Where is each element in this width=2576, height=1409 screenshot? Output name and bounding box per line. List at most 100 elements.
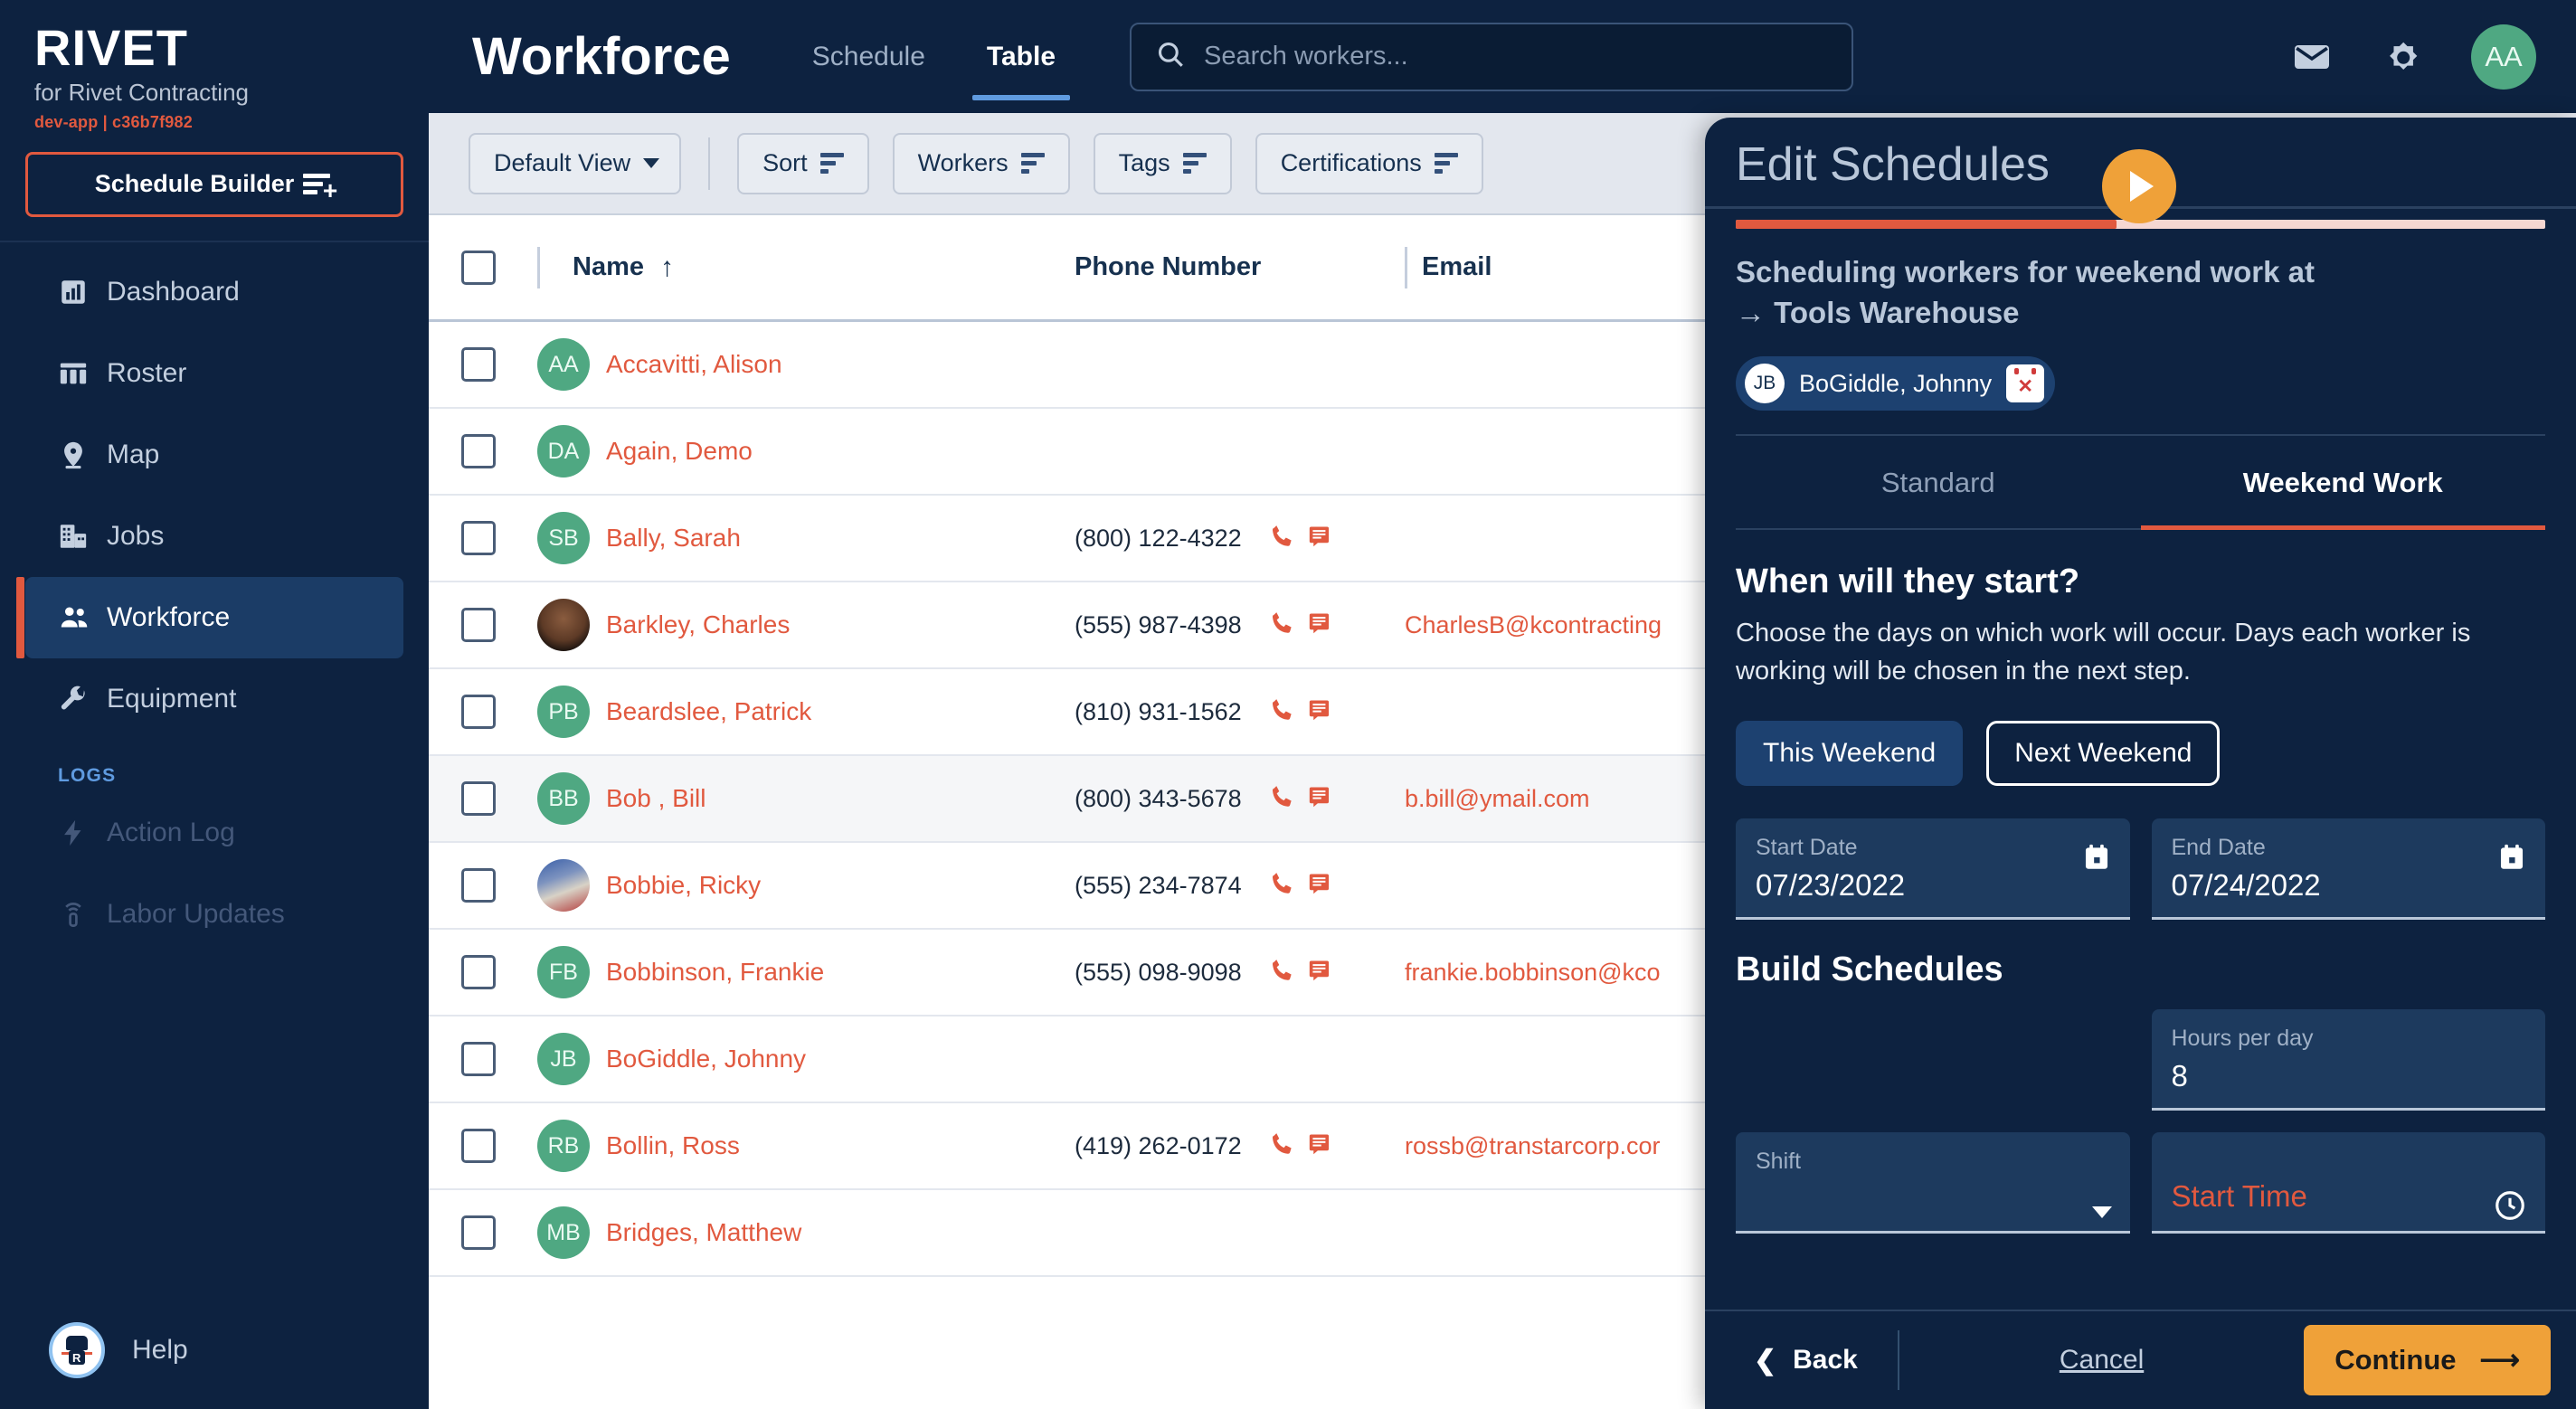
- row-phone-cell: (810) 931-1562: [1062, 696, 1392, 728]
- filter-tags-button[interactable]: Tags: [1093, 132, 1232, 194]
- row-checkbox[interactable]: [461, 1042, 496, 1076]
- phone-call-icon[interactable]: [1269, 1130, 1296, 1162]
- row-checkbox[interactable]: [461, 347, 496, 382]
- sms-message-icon[interactable]: [1307, 1131, 1332, 1161]
- worker-name-link[interactable]: Accavitti, Alison: [606, 350, 782, 379]
- email-link[interactable]: b.bill@ymail.com: [1405, 785, 1589, 813]
- panel-body: Scheduling workers for weekend work at →…: [1705, 229, 2576, 1310]
- clock-icon[interactable]: [2493, 1188, 2527, 1227]
- avatar: SB: [537, 512, 590, 564]
- header-tabs: Schedule Table: [781, 0, 1086, 113]
- envelope-icon[interactable]: [2290, 35, 2334, 79]
- tab-standard[interactable]: Standard: [1736, 436, 2141, 530]
- worker-name-link[interactable]: Barkley, Charles: [606, 610, 790, 639]
- column-header-name[interactable]: Name ↑: [528, 215, 1062, 319]
- worker-name-link[interactable]: Bob , Bill: [606, 784, 706, 813]
- sms-message-icon[interactable]: [1307, 610, 1332, 640]
- phone-call-icon[interactable]: [1269, 610, 1296, 641]
- column-header-phone[interactable]: Phone Number: [1062, 215, 1392, 319]
- user-avatar[interactable]: AA: [2471, 24, 2536, 90]
- row-checkbox[interactable]: [461, 1129, 496, 1163]
- filter-sort-button[interactable]: Sort: [737, 132, 869, 194]
- phone-call-icon[interactable]: [1269, 870, 1296, 902]
- email-link[interactable]: CharlesB@kcontracting: [1405, 611, 1662, 639]
- worker-name-link[interactable]: Bridges, Matthew: [606, 1218, 801, 1247]
- sidebar-item-dashboard[interactable]: Dashboard: [25, 251, 403, 333]
- sms-message-icon[interactable]: [1307, 524, 1332, 553]
- row-name-cell: PB Beardslee, Patrick: [528, 686, 1062, 738]
- filter-icon: [1182, 153, 1207, 174]
- phone-call-icon[interactable]: [1269, 696, 1296, 728]
- continue-button[interactable]: Continue ⟶: [2304, 1325, 2551, 1395]
- filter-icon: [1434, 153, 1458, 174]
- sms-message-icon[interactable]: [1307, 958, 1332, 988]
- row-checkbox[interactable]: [461, 1215, 496, 1250]
- sidebar-item-workforce[interactable]: Workforce: [16, 576, 403, 658]
- sidebar-item-labor-updates[interactable]: Labor Updates: [25, 874, 403, 955]
- worker-name-link[interactable]: Bally, Sarah: [606, 524, 741, 553]
- filter-workers-button[interactable]: Workers: [892, 132, 1070, 194]
- tab-schedule[interactable]: Schedule: [781, 0, 956, 113]
- chevron-down-icon[interactable]: [2091, 1206, 2112, 1219]
- calendar-icon[interactable]: [2496, 842, 2527, 877]
- sidebar-item-jobs[interactable]: Jobs: [25, 496, 403, 577]
- select-all-checkbox[interactable]: [461, 250, 496, 285]
- sidebar-item-label: Equipment: [107, 683, 237, 714]
- worker-name-link[interactable]: Bollin, Ross: [606, 1131, 740, 1160]
- search-input[interactable]: Search workers...: [1130, 22, 1854, 91]
- hours-per-day-label: Hours per day: [2171, 1026, 2314, 1052]
- sms-message-icon[interactable]: [1307, 784, 1332, 814]
- row-name-cell: Barkley, Charles: [528, 599, 1062, 651]
- avatar: FB: [537, 946, 590, 998]
- start-date-field[interactable]: Start Date 07/23/2022: [1736, 818, 2130, 921]
- row-checkbox[interactable]: [461, 868, 496, 903]
- phone-call-icon[interactable]: [1269, 783, 1296, 815]
- worker-name-link[interactable]: Again, Demo: [606, 437, 753, 466]
- schedule-builder-button[interactable]: Schedule Builder +: [25, 151, 403, 217]
- worker-name-link[interactable]: BoGiddle, Johnny: [606, 1045, 806, 1073]
- sidebar-item-roster[interactable]: Roster: [25, 333, 403, 414]
- next-weekend-button[interactable]: Next Weekend: [1986, 721, 2221, 787]
- build-version: dev-app | c36b7f982: [34, 112, 193, 131]
- worker-name-link[interactable]: Bobbie, Ricky: [606, 871, 761, 900]
- shift-field[interactable]: Shift: [1736, 1132, 2130, 1234]
- end-date-field[interactable]: End Date 07/24/2022: [2151, 818, 2545, 921]
- row-checkbox[interactable]: [461, 521, 496, 555]
- sms-message-icon[interactable]: [1307, 697, 1332, 727]
- people-icon: [58, 601, 107, 634]
- help-button[interactable]: R Help: [0, 1322, 429, 1409]
- row-checkbox[interactable]: [461, 608, 496, 642]
- row-checkbox[interactable]: [461, 434, 496, 468]
- back-button[interactable]: ❮ Back: [1730, 1345, 1898, 1376]
- email-link[interactable]: rossb@transtarcorp.cor: [1405, 1132, 1661, 1160]
- build-spacer: [1736, 1009, 2130, 1111]
- sidebar-item-map[interactable]: Map: [25, 414, 403, 496]
- row-checkbox[interactable]: [461, 781, 496, 816]
- tab-weekend-work[interactable]: Weekend Work: [2140, 436, 2546, 531]
- panel-toggle-button[interactable]: [2102, 149, 2176, 223]
- sidebar-item-equipment[interactable]: Equipment: [25, 658, 403, 740]
- default-view-dropdown[interactable]: Default View: [469, 132, 682, 194]
- start-time-field[interactable]: Start Time: [2151, 1132, 2545, 1234]
- help-label: Help: [132, 1335, 188, 1365]
- worker-name-link[interactable]: Bobbinson, Frankie: [606, 958, 824, 987]
- sms-message-icon[interactable]: [1307, 871, 1332, 901]
- hours-per-day-field[interactable]: Hours per day 8: [2151, 1009, 2545, 1111]
- row-checkbox[interactable]: [461, 955, 496, 989]
- tab-table[interactable]: Table: [956, 0, 1086, 113]
- sidebar-item-action-log[interactable]: Action Log: [25, 792, 403, 874]
- row-checkbox[interactable]: [461, 695, 496, 729]
- this-weekend-button[interactable]: This Weekend: [1736, 721, 1964, 787]
- email-link[interactable]: frankie.bobbinson@kco: [1405, 959, 1661, 987]
- filter-certifications-button[interactable]: Certifications: [1255, 132, 1483, 194]
- calendar-remove-icon[interactable]: ✕: [2006, 364, 2045, 403]
- gear-icon[interactable]: [2381, 35, 2424, 79]
- phone-call-icon[interactable]: [1269, 957, 1296, 988]
- page-title: Workforce: [472, 27, 731, 86]
- row-checkbox-cell: [429, 695, 528, 729]
- cancel-button[interactable]: Cancel: [2060, 1345, 2144, 1376]
- end-date-value: 07/24/2022: [2171, 868, 2321, 903]
- worker-name-link[interactable]: Beardslee, Patrick: [606, 697, 811, 726]
- phone-call-icon[interactable]: [1269, 523, 1296, 554]
- calendar-icon[interactable]: [2081, 842, 2112, 877]
